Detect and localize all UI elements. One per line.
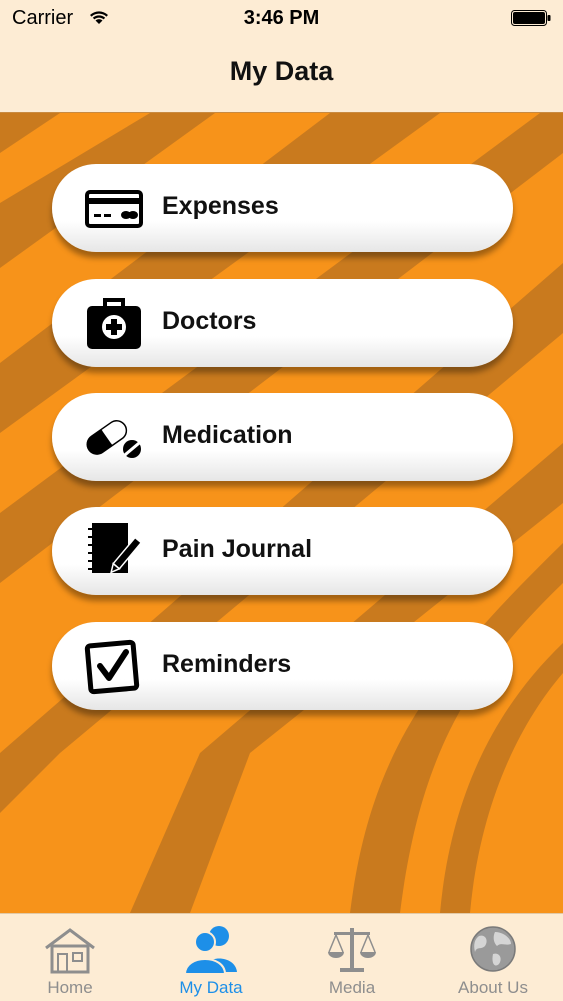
clock: 3:46 PM	[243, 7, 320, 29]
tab-label: Media	[328, 978, 376, 997]
menu-item-label: Doctors	[162, 307, 257, 335]
medical-bag-icon	[87, 298, 141, 349]
battery-icon	[511, 10, 551, 26]
tab-label: My Data	[179, 978, 243, 997]
doctors-button[interactable]: Doctors	[52, 279, 513, 367]
scales-icon	[328, 928, 376, 972]
page-title: My Data	[229, 56, 334, 86]
expenses-button[interactable]: Expenses	[52, 164, 513, 252]
navigation-bar: My Data	[0, 36, 563, 113]
globe-icon	[470, 926, 516, 972]
menu-item-label: Medication	[162, 421, 293, 449]
tab-home[interactable]: Home	[0, 914, 140, 1001]
tab-about-us[interactable]: About Us	[423, 914, 563, 1001]
people-icon	[183, 926, 237, 974]
tab-my-data[interactable]: My Data	[141, 914, 281, 1001]
menu-item-label: Pain Journal	[162, 535, 313, 563]
tab-label: Home	[47, 978, 93, 997]
notebook-pencil-icon	[88, 523, 143, 574]
reminders-button[interactable]: Reminders	[52, 622, 513, 710]
pain-journal-button[interactable]: Pain Journal	[52, 507, 513, 595]
menu-item-label: Reminders	[162, 650, 292, 678]
menu-item-label: Expenses	[162, 192, 279, 220]
tab-bar: Home My Data Media About Us	[0, 913, 563, 1001]
pills-icon	[86, 420, 141, 458]
tab-label: About Us	[458, 978, 528, 997]
house-icon	[45, 928, 95, 974]
medication-button[interactable]: Medication	[52, 393, 513, 481]
credit-card-icon	[85, 190, 143, 228]
tab-media[interactable]: Media	[282, 914, 422, 1001]
status-bar: Carrier 3:46 PM	[0, 0, 563, 36]
checkbox-icon	[84, 639, 140, 695]
